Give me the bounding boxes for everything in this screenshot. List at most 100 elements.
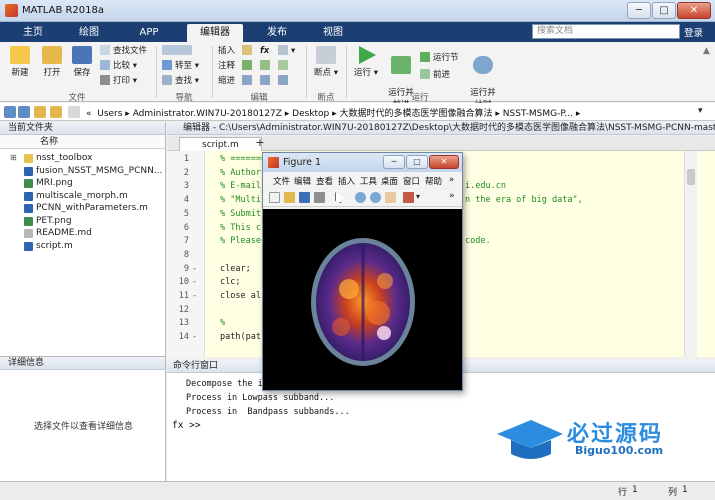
breadcrumb-item[interactable]: Administrator.WIN7U-20180127Z xyxy=(133,109,282,119)
scroll-thumb[interactable] xyxy=(687,169,695,185)
minimize-button[interactable]: ─ xyxy=(627,2,651,19)
new-tab-button[interactable]: + xyxy=(253,136,267,149)
new-button[interactable]: 新建 xyxy=(6,46,34,78)
breakpoint-marker[interactable]: - xyxy=(192,264,197,274)
uncomment-icon[interactable] xyxy=(260,60,273,73)
tab-plots[interactable]: 绘图 xyxy=(64,24,114,42)
divider xyxy=(212,46,213,98)
open-button[interactable]: 打开 xyxy=(38,46,66,78)
breakpoint-marker[interactable]: - xyxy=(192,277,197,287)
breakpoint-marker[interactable]: - xyxy=(192,291,197,301)
collapse-toolstrip-icon[interactable]: ▲ xyxy=(703,46,710,56)
pointer-icon[interactable] xyxy=(335,192,346,203)
column-header-name[interactable]: 名称 xyxy=(0,135,165,149)
menu-desktop[interactable]: 桌面 xyxy=(381,175,398,187)
navigate-arrows[interactable] xyxy=(162,45,195,58)
insert-button[interactable]: 插入 xyxy=(218,45,235,58)
run-button[interactable]: 运行 ▾ xyxy=(352,46,380,78)
smart-indent-icon[interactable] xyxy=(242,75,255,88)
print-button[interactable]: 打印 ▾ xyxy=(100,75,137,88)
root-folder-icon[interactable] xyxy=(68,106,80,118)
tab-apps[interactable]: APP xyxy=(124,24,174,42)
tab-home[interactable]: 主页 xyxy=(8,24,58,42)
breadcrumb-item[interactable]: 大数据时代的多模态医学图像融合算法 xyxy=(340,109,493,119)
menu-view[interactable]: 查看 xyxy=(316,175,333,187)
save-icon xyxy=(72,46,92,64)
find-files-icon xyxy=(100,45,110,55)
save-button[interactable]: 保存 xyxy=(68,46,96,78)
tab-editor[interactable]: 编辑器 xyxy=(187,24,243,42)
command-output-line: Process in Bandpass subbands... xyxy=(186,407,350,417)
tab-script-m[interactable]: script.m xyxy=(179,137,262,151)
list-item[interactable]: fusion_NSST_MSMG_PCNN... xyxy=(0,165,165,178)
close-button[interactable]: ✕ xyxy=(677,2,711,19)
breadcrumb-item[interactable]: Desktop xyxy=(292,109,329,119)
decrease-indent-icon[interactable] xyxy=(278,75,291,88)
find-button[interactable]: 查找 ▾ xyxy=(162,75,199,88)
list-item[interactable]: PET.png xyxy=(0,215,165,228)
menu-help[interactable]: 帮助 xyxy=(425,175,442,187)
menu-tools[interactable]: 工具 xyxy=(360,175,377,187)
editor-scrollbar[interactable] xyxy=(684,151,697,357)
details-panel: 详细信息 选择文件以查看详细信息 xyxy=(0,356,166,500)
advance-button[interactable]: 前进 xyxy=(420,69,450,82)
insert-more-icon[interactable]: ▾ xyxy=(278,45,295,58)
list-item[interactable]: README.md xyxy=(0,227,165,240)
increase-indent-icon[interactable] xyxy=(260,75,273,88)
list-item[interactable]: multiscale_morph.m xyxy=(0,190,165,203)
figure-window[interactable]: Figure 1 ─ □ ✕ 文件 编辑 查看 插入 工具 桌面 窗口 帮助 »… xyxy=(262,152,463,391)
maximize-button[interactable]: □ xyxy=(652,2,676,19)
list-item[interactable]: PCNN_withParameters.m xyxy=(0,202,165,215)
list-item[interactable]: MRI.png xyxy=(0,177,165,190)
menu-overflow-icon[interactable]: » xyxy=(449,175,454,185)
forward-icon[interactable] xyxy=(18,106,30,118)
goto-button[interactable]: 转至 ▾ xyxy=(162,60,199,73)
menu-insert[interactable]: 插入 xyxy=(338,175,355,187)
comment-percent-icon[interactable] xyxy=(242,60,255,73)
zoom-out-icon[interactable] xyxy=(370,192,381,203)
browse-folder-icon[interactable] xyxy=(50,106,62,118)
figure-close-button[interactable]: ✕ xyxy=(429,155,459,169)
compare-button[interactable]: 比较 ▾ xyxy=(100,60,137,73)
search-documentation-input[interactable]: 搜索文档 xyxy=(532,24,680,39)
tab-publish[interactable]: 发布 xyxy=(252,24,302,42)
menu-window[interactable]: 窗口 xyxy=(403,175,420,187)
list-item[interactable]: script.m xyxy=(0,240,165,253)
dropdown-icon[interactable]: ▾ xyxy=(416,192,420,201)
fx-button[interactable]: fx xyxy=(260,45,269,58)
menu-edit[interactable]: 编辑 xyxy=(294,175,311,187)
new-figure-icon[interactable] xyxy=(269,192,280,203)
wrap-comments-icon[interactable] xyxy=(278,60,291,73)
run-section-button[interactable]: 运行节 xyxy=(420,52,459,65)
tab-view[interactable]: 视图 xyxy=(308,24,358,42)
open-icon[interactable] xyxy=(284,192,295,203)
comment-button[interactable]: 注释 xyxy=(218,60,235,73)
breakpoint-marker[interactable]: - xyxy=(192,332,197,342)
figure-axes[interactable] xyxy=(263,209,462,390)
figure-maximize-button[interactable]: □ xyxy=(406,155,428,169)
command-prompt[interactable]: fx >> xyxy=(172,420,201,431)
figure-minimize-button[interactable]: ─ xyxy=(383,155,405,169)
zoom-in-icon[interactable] xyxy=(355,192,366,203)
indent-button[interactable]: 缩进 xyxy=(218,75,235,88)
save-icon[interactable] xyxy=(299,192,310,203)
run-and-time-button[interactable]: 运行并 计时 xyxy=(468,46,498,110)
login-link[interactable]: 登录 xyxy=(684,25,703,39)
breadcrumb-item[interactable]: NSST-MSMG-P... xyxy=(503,109,573,119)
code-line-tail: i.edu.cn xyxy=(465,181,506,192)
pan-hand-icon[interactable] xyxy=(385,192,396,203)
back-icon[interactable] xyxy=(4,106,16,118)
print-icon[interactable] xyxy=(314,192,325,203)
breadcrumb-item[interactable]: Users xyxy=(97,109,122,119)
breadcrumb[interactable]: « Users ▸ Administrator.WIN7U-20180127Z … xyxy=(86,106,580,119)
data-cursor-icon[interactable] xyxy=(403,192,414,203)
breakpoints-button[interactable]: 断点 ▾ xyxy=(310,46,342,78)
up-folder-icon[interactable] xyxy=(34,106,46,118)
text-file-icon xyxy=(24,229,33,238)
menu-file[interactable]: 文件 xyxy=(273,175,290,187)
toolbar-overflow-icon[interactable]: » xyxy=(449,191,455,201)
path-dropdown-icon[interactable]: ▾ xyxy=(698,106,703,116)
insert-section-icon[interactable] xyxy=(242,45,255,58)
list-item[interactable]: ⊞ nsst_toolbox xyxy=(0,152,165,165)
find-files-button[interactable]: 查找文件 xyxy=(100,45,147,58)
